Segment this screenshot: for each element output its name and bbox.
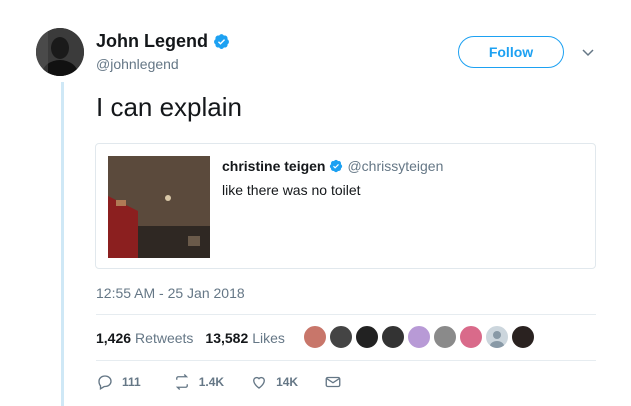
retweets-label[interactable]: Retweets <box>135 330 193 346</box>
like-count: 14K <box>276 375 299 389</box>
follow-button[interactable]: Follow <box>458 36 564 68</box>
verified-badge-icon <box>330 159 343 173</box>
divider <box>96 360 596 361</box>
reply-button[interactable]: 111 <box>96 373 141 391</box>
retweet-icon <box>175 374 188 390</box>
chevron-down-icon[interactable] <box>580 44 596 60</box>
quoted-author-name: christine teigen <box>222 158 326 174</box>
avatar-image <box>36 28 84 76</box>
verified-badge-icon <box>214 34 229 49</box>
likers-avatars <box>303 325 537 349</box>
default-user-icon <box>490 331 504 348</box>
thread-line <box>61 82 64 406</box>
like-button[interactable]: 14K <box>250 373 298 391</box>
tweet-stats: 1,426 Retweets 13,582 Likes <box>96 330 285 346</box>
likes-label[interactable]: Likes <box>252 330 285 346</box>
tweet-text: I can explain <box>96 92 242 122</box>
retweet-button[interactable]: 1.4K <box>173 373 224 391</box>
divider <box>96 314 596 315</box>
liker-avatar-default[interactable] <box>485 325 509 349</box>
retweet-count: 1.4K <box>198 375 225 389</box>
quoted-tweet-image[interactable] <box>108 156 210 258</box>
liker-avatar[interactable] <box>303 325 327 349</box>
retweets-count[interactable]: 1,426 <box>96 330 131 346</box>
quoted-tweet-text: like there was no toilet <box>222 182 361 198</box>
tweet-actions: 111 1.4K 14K <box>96 373 342 391</box>
quoted-author-handle: @chrissyteigen <box>347 158 444 174</box>
envelope-icon <box>325 376 341 388</box>
liker-avatar[interactable] <box>433 325 457 349</box>
reply-count: 111 <box>122 375 141 389</box>
likes-count[interactable]: 13,582 <box>205 330 248 346</box>
liker-avatar[interactable] <box>511 325 535 349</box>
liker-avatar[interactable] <box>329 325 353 349</box>
quoted-tweet[interactable]: christine teigen @chrissyteigen like the… <box>95 143 596 269</box>
author-handle[interactable]: @johnlegend <box>96 56 179 72</box>
liker-avatar[interactable] <box>459 325 483 349</box>
author-name[interactable]: John Legend <box>96 31 230 52</box>
reply-icon <box>98 375 112 390</box>
direct-message-button[interactable] <box>324 373 342 391</box>
quoted-photo <box>108 156 210 258</box>
tweet-timestamp[interactable]: 12:55 AM - 25 Jan 2018 <box>96 285 245 301</box>
author-name-text: John Legend <box>96 31 208 51</box>
quoted-author[interactable]: christine teigen @chrissyteigen <box>222 158 443 174</box>
heart-icon <box>253 376 265 389</box>
liker-avatar[interactable] <box>355 325 379 349</box>
liker-avatar[interactable] <box>407 325 431 349</box>
author-avatar[interactable] <box>36 28 84 76</box>
liker-avatar[interactable] <box>381 325 405 349</box>
